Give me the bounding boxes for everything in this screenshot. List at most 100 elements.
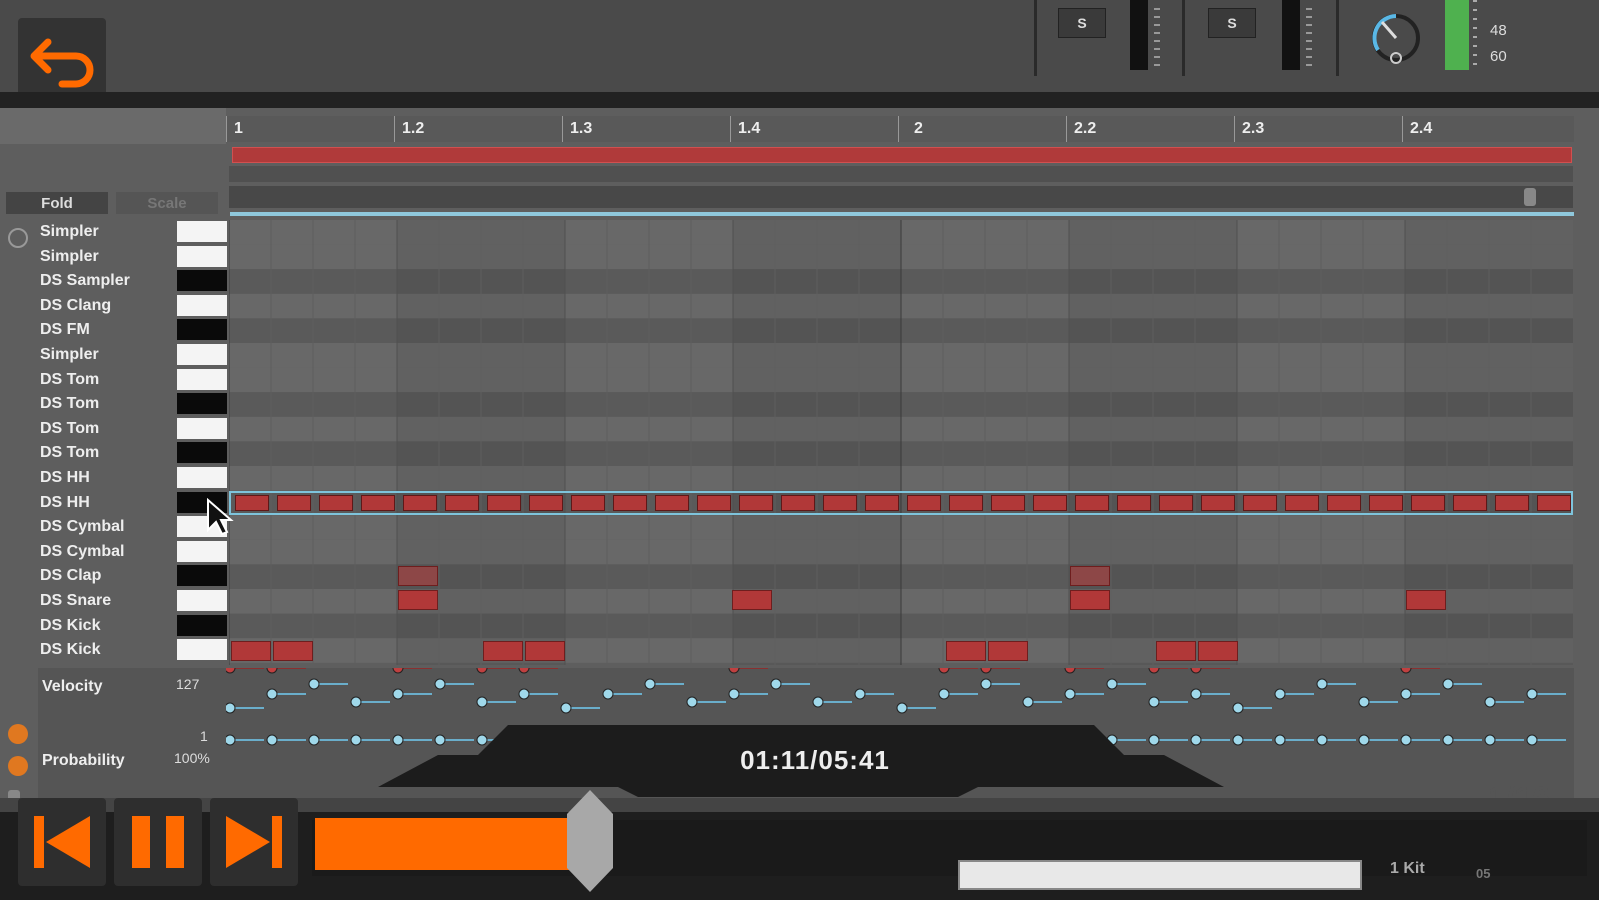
row-label[interactable]: DS HH — [40, 466, 180, 490]
scroll-handle[interactable] — [1524, 188, 1536, 206]
hihat-note[interactable] — [1201, 495, 1235, 511]
piano-key[interactable] — [177, 540, 227, 562]
hihat-note[interactable] — [781, 495, 815, 511]
row-label[interactable]: DS Clap — [40, 564, 180, 588]
progress-scrubber[interactable] — [567, 790, 613, 892]
start-end-markers[interactable] — [229, 166, 1573, 182]
beat-ruler[interactable]: 1 1.2 1.3 1.4 2 2.2 2.3 2.4 — [226, 116, 1574, 142]
hihat-note[interactable] — [613, 495, 647, 511]
add-icon[interactable] — [8, 228, 28, 248]
hihat-note[interactable] — [991, 495, 1025, 511]
hihat-note[interactable] — [949, 495, 983, 511]
back-button[interactable] — [18, 18, 106, 102]
row-label[interactable]: Simpler — [40, 245, 180, 269]
piano-key[interactable] — [177, 344, 227, 365]
lane-toggle-icon[interactable] — [8, 724, 28, 744]
row-label[interactable]: DS Clang — [40, 294, 180, 318]
piano-key[interactable] — [177, 221, 227, 242]
row-label[interactable]: DS Sampler — [40, 269, 180, 293]
piano-key[interactable] — [177, 417, 227, 439]
hihat-note[interactable] — [823, 495, 857, 511]
hihat-note[interactable] — [361, 495, 395, 511]
next-button[interactable] — [210, 798, 298, 886]
kick-note[interactable] — [946, 641, 986, 661]
kick-note[interactable] — [483, 641, 523, 661]
clip-overview[interactable] — [958, 860, 1362, 890]
hihat-note[interactable] — [865, 495, 899, 511]
row-label[interactable]: DS FM — [40, 318, 180, 342]
row-label[interactable]: DS Tom — [40, 441, 180, 465]
pause-button[interactable] — [114, 798, 202, 886]
hihat-note[interactable] — [277, 495, 311, 511]
hihat-note[interactable] — [1243, 495, 1277, 511]
row-label[interactable]: Simpler — [40, 343, 180, 367]
snare-note[interactable] — [398, 590, 438, 610]
clap-note[interactable] — [398, 566, 438, 586]
row-label[interactable]: DS Kick — [40, 638, 180, 662]
hihat-note[interactable] — [529, 495, 563, 511]
hihat-note[interactable] — [1453, 495, 1487, 511]
piano-key[interactable] — [177, 245, 227, 267]
hihat-note[interactable] — [319, 495, 353, 511]
piano-key[interactable] — [177, 368, 227, 390]
piano-key[interactable] — [177, 639, 227, 661]
kick-note[interactable] — [525, 641, 565, 661]
hihat-note[interactable] — [445, 495, 479, 511]
row-label[interactable]: DS Cymbal — [40, 540, 180, 564]
piano-key[interactable] — [177, 294, 227, 316]
piano-key[interactable] — [177, 565, 227, 587]
hihat-note[interactable] — [487, 495, 521, 511]
loop-brace[interactable] — [232, 147, 1572, 163]
clap-note[interactable] — [1070, 566, 1110, 586]
piano-key[interactable] — [177, 614, 227, 636]
hihat-note[interactable] — [697, 495, 731, 511]
hihat-note[interactable] — [1327, 495, 1361, 511]
piano-key[interactable] — [177, 442, 227, 464]
solo-button-1[interactable]: S — [1058, 8, 1106, 38]
row-label[interactable]: DS Cymbal — [40, 515, 180, 539]
hihat-note[interactable] — [655, 495, 689, 511]
hihat-note[interactable] — [403, 495, 437, 511]
kick-note[interactable] — [231, 641, 271, 661]
hihat-note[interactable] — [1369, 495, 1403, 511]
hihat-note[interactable] — [1033, 495, 1067, 511]
kick-note[interactable] — [1156, 641, 1196, 661]
hihat-note[interactable] — [1159, 495, 1193, 511]
lane-toggle-icon[interactable] — [8, 756, 28, 776]
hihat-note[interactable] — [739, 495, 773, 511]
row-label[interactable]: DS Tom — [40, 392, 180, 416]
scrub-area[interactable] — [229, 186, 1573, 208]
kick-note[interactable] — [1198, 641, 1238, 661]
kick-note[interactable] — [273, 641, 313, 661]
fold-button[interactable]: Fold — [6, 192, 108, 214]
hihat-note[interactable] — [1117, 495, 1151, 511]
piano-key[interactable] — [177, 467, 227, 488]
velocity-handle — [728, 668, 740, 674]
row-label[interactable]: DS HH — [40, 491, 180, 515]
solo-button-2[interactable]: S — [1208, 8, 1256, 38]
piano-key[interactable] — [177, 393, 227, 415]
hihat-note[interactable] — [571, 495, 605, 511]
row-label[interactable]: DS Kick — [40, 614, 180, 638]
piano-key[interactable] — [177, 270, 227, 292]
hihat-note[interactable] — [235, 495, 269, 511]
snare-note[interactable] — [1070, 590, 1110, 610]
piano-key[interactable] — [177, 590, 227, 611]
row-label[interactable]: DS Tom — [40, 417, 180, 441]
snare-note[interactable] — [1406, 590, 1446, 610]
hihat-note[interactable] — [1285, 495, 1319, 511]
snare-note[interactable] — [732, 590, 772, 610]
previous-button[interactable] — [18, 798, 106, 886]
kick-note[interactable] — [988, 641, 1028, 661]
hihat-note[interactable] — [1075, 495, 1109, 511]
hihat-note[interactable] — [1537, 495, 1571, 511]
scale-button[interactable]: Scale — [116, 192, 218, 214]
volume-knob[interactable] — [1368, 10, 1424, 71]
hihat-note[interactable] — [1495, 495, 1529, 511]
row-label[interactable]: DS Tom — [40, 368, 180, 392]
row-label[interactable]: Simpler — [40, 220, 180, 244]
row-label[interactable]: DS Snare — [40, 589, 180, 613]
hihat-note[interactable] — [907, 495, 941, 511]
hihat-note[interactable] — [1411, 495, 1445, 511]
piano-key[interactable] — [177, 319, 227, 341]
